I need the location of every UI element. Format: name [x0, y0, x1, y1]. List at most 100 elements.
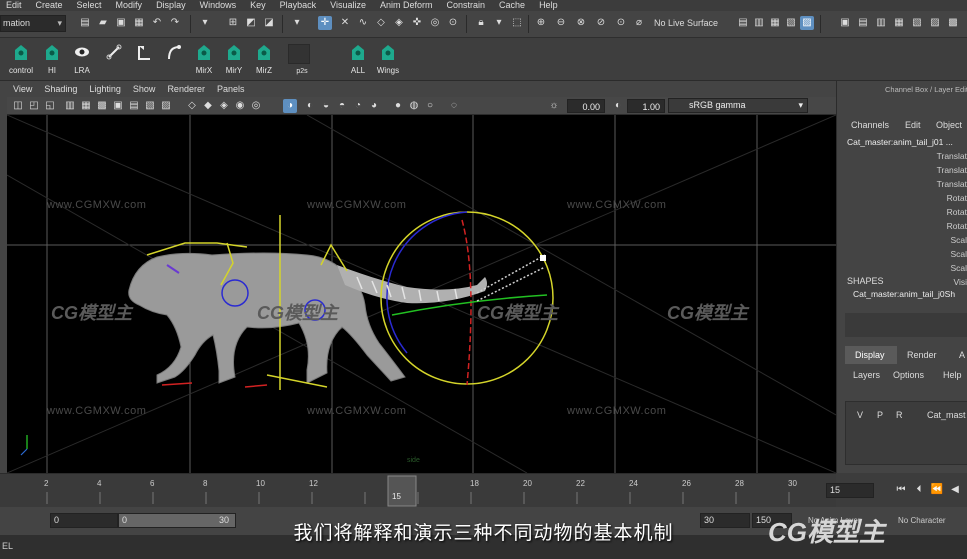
- shadows-icon[interactable]: ◑: [283, 99, 297, 113]
- isolate-select-icon[interactable]: ◕: [367, 99, 381, 113]
- attr-translate-x[interactable]: Translat: [907, 151, 967, 161]
- save-scene-icon[interactable]: ▣: [114, 16, 128, 30]
- menu-modify[interactable]: Modify: [110, 0, 151, 11]
- vp-menu-panels[interactable]: Panels: [211, 81, 251, 97]
- shelf-joint-button[interactable]: [130, 42, 158, 78]
- input-ops-icon[interactable]: ▤: [736, 16, 750, 30]
- shelf-ik-button[interactable]: [160, 42, 188, 78]
- attr-rotate-x[interactable]: Rotat: [907, 193, 967, 203]
- vp-menu-shading[interactable]: Shading: [38, 81, 83, 97]
- colorspace-dropdown[interactable]: sRGB gamma ▾: [668, 98, 808, 113]
- lights-icon[interactable]: ◎: [249, 99, 263, 113]
- shelf-miry-button[interactable]: MirY: [220, 42, 248, 78]
- menu-select[interactable]: Select: [71, 0, 110, 11]
- select-joints-icon[interactable]: ✕: [338, 16, 352, 30]
- menu-create[interactable]: Create: [30, 0, 71, 11]
- step-back-icon[interactable]: ⏴: [912, 483, 926, 497]
- field-chart-icon[interactable]: ▧: [143, 99, 157, 113]
- select-dynamics-icon[interactable]: ✜: [410, 16, 424, 30]
- menu-cache[interactable]: Cache: [493, 0, 533, 11]
- select-by-hierarchy-icon[interactable]: ▾: [198, 16, 212, 30]
- menu-anim-deform[interactable]: Anim Deform: [374, 0, 441, 11]
- resolution-gate-icon[interactable]: ▣: [111, 99, 125, 113]
- menu-edit[interactable]: Edit: [0, 0, 30, 11]
- select-surfaces-icon[interactable]: ◇: [374, 16, 388, 30]
- menu-windows[interactable]: Windows: [194, 0, 245, 11]
- attr-rotate-y[interactable]: Rotat: [907, 207, 967, 217]
- viewport-3d[interactable]: www.CGMXW.com www.CGMXW.com www.CGMXW.co…: [7, 115, 836, 473]
- mask-dropdown-icon[interactable]: ▾: [290, 16, 304, 30]
- menu-playback[interactable]: Playback: [274, 0, 325, 11]
- xray-active-icon[interactable]: ○: [423, 99, 437, 113]
- tab-render[interactable]: Render: [907, 350, 937, 360]
- prev-key-icon[interactable]: ⏪: [930, 483, 944, 497]
- vp-menu-show[interactable]: Show: [127, 81, 162, 97]
- snap-view-plane-icon[interactable]: ⊘: [594, 16, 608, 30]
- menu-display[interactable]: Display: [150, 0, 194, 11]
- attr-scale-z[interactable]: Scal: [907, 263, 967, 273]
- menuset-dropdown[interactable]: mation: [0, 15, 66, 32]
- highlight-icon[interactable]: ▾: [492, 16, 506, 30]
- shelf-mirx-button[interactable]: MirX: [190, 42, 218, 78]
- vp-menu-lighting[interactable]: Lighting: [83, 81, 127, 97]
- hypershade-icon[interactable]: ▤: [856, 16, 870, 30]
- lock-icon[interactable]: 🔒︎: [474, 16, 488, 30]
- soft-select-icon[interactable]: ⬚: [510, 16, 524, 30]
- backface-icon[interactable]: ◌: [447, 99, 461, 113]
- wireframe-icon[interactable]: ◇: [185, 99, 199, 113]
- col-playback[interactable]: P: [877, 410, 883, 420]
- undo-icon[interactable]: ↶: [150, 16, 164, 30]
- modeling-toolkit-icon[interactable]: ▧: [910, 16, 924, 30]
- xray-joints-icon[interactable]: ◍: [407, 99, 421, 113]
- shelf-mirz-button[interactable]: MirZ: [250, 42, 278, 78]
- select-handles-icon[interactable]: ✛: [318, 16, 332, 30]
- shelf-lra-button[interactable]: LRA: [68, 42, 96, 78]
- camera-select-icon[interactable]: ◫: [11, 99, 25, 113]
- snap-surface-icon[interactable]: ⊙: [614, 16, 628, 30]
- safe-action-icon[interactable]: ▨: [159, 99, 173, 113]
- xray-icon[interactable]: ●: [391, 99, 405, 113]
- exposure-icon[interactable]: ☼: [547, 99, 561, 113]
- select-component-icon[interactable]: ◪: [262, 16, 276, 30]
- camera-attr-icon[interactable]: ◰: [27, 99, 41, 113]
- layer-name[interactable]: Cat_mast: [927, 410, 966, 420]
- select-object-icon[interactable]: ◩: [244, 16, 258, 30]
- vp-menu-view[interactable]: View: [7, 81, 38, 97]
- attr-translate-z[interactable]: Translat: [907, 179, 967, 189]
- snap-curve-icon[interactable]: ⊖: [554, 16, 568, 30]
- shelf-all-button[interactable]: ALL: [344, 42, 372, 78]
- menu-constrain[interactable]: Constrain: [441, 0, 494, 11]
- play-back-icon[interactable]: ◀: [948, 483, 962, 497]
- select-hierarchy-icon[interactable]: ⊞: [226, 16, 240, 30]
- select-curves-icon[interactable]: ∿: [356, 16, 370, 30]
- ao-icon[interactable]: ◐: [303, 99, 317, 113]
- shelf-p2s-button[interactable]: p2s: [282, 42, 310, 78]
- snap-grid-icon[interactable]: ⊕: [534, 16, 548, 30]
- import-icon[interactable]: ▦: [132, 16, 146, 30]
- tab-channels[interactable]: Channels: [851, 120, 889, 130]
- menu-key[interactable]: Key: [244, 0, 274, 11]
- image-plane-icon[interactable]: ▥: [63, 99, 77, 113]
- render-icon[interactable]: ▧: [784, 16, 798, 30]
- make-live-icon[interactable]: ⌀: [632, 16, 646, 30]
- smooth-shade-icon[interactable]: ◆: [201, 99, 215, 113]
- col-reference[interactable]: R: [896, 410, 903, 420]
- time-slider[interactable]: 2 4 6 8 10 12 15 18 20 22 24 26 28 30: [0, 473, 836, 507]
- light-editor-icon[interactable]: ▦: [892, 16, 906, 30]
- shelf-hi-button[interactable]: HI: [38, 42, 66, 78]
- select-misc-icon[interactable]: ⊙: [446, 16, 460, 30]
- render-settings-icon[interactable]: ▣: [838, 16, 852, 30]
- vp-menu-renderer[interactable]: Renderer: [161, 81, 211, 97]
- new-scene-icon[interactable]: ▤: [78, 16, 92, 30]
- shelf-control-button[interactable]: control: [7, 42, 35, 78]
- construction-history-icon[interactable]: ▥: [752, 16, 766, 30]
- current-frame-field[interactable]: 15: [826, 483, 874, 498]
- snap-point-icon[interactable]: ⊗: [574, 16, 588, 30]
- go-to-start-icon[interactable]: ⏮: [894, 483, 908, 497]
- motion-blur-icon[interactable]: ◒: [319, 99, 333, 113]
- tab-object[interactable]: Object: [936, 120, 962, 130]
- gate-mask-icon[interactable]: ▤: [127, 99, 141, 113]
- shelf-connect-button[interactable]: [100, 42, 128, 78]
- textured-icon[interactable]: ◉: [233, 99, 247, 113]
- output-ops-icon[interactable]: ▦: [768, 16, 782, 30]
